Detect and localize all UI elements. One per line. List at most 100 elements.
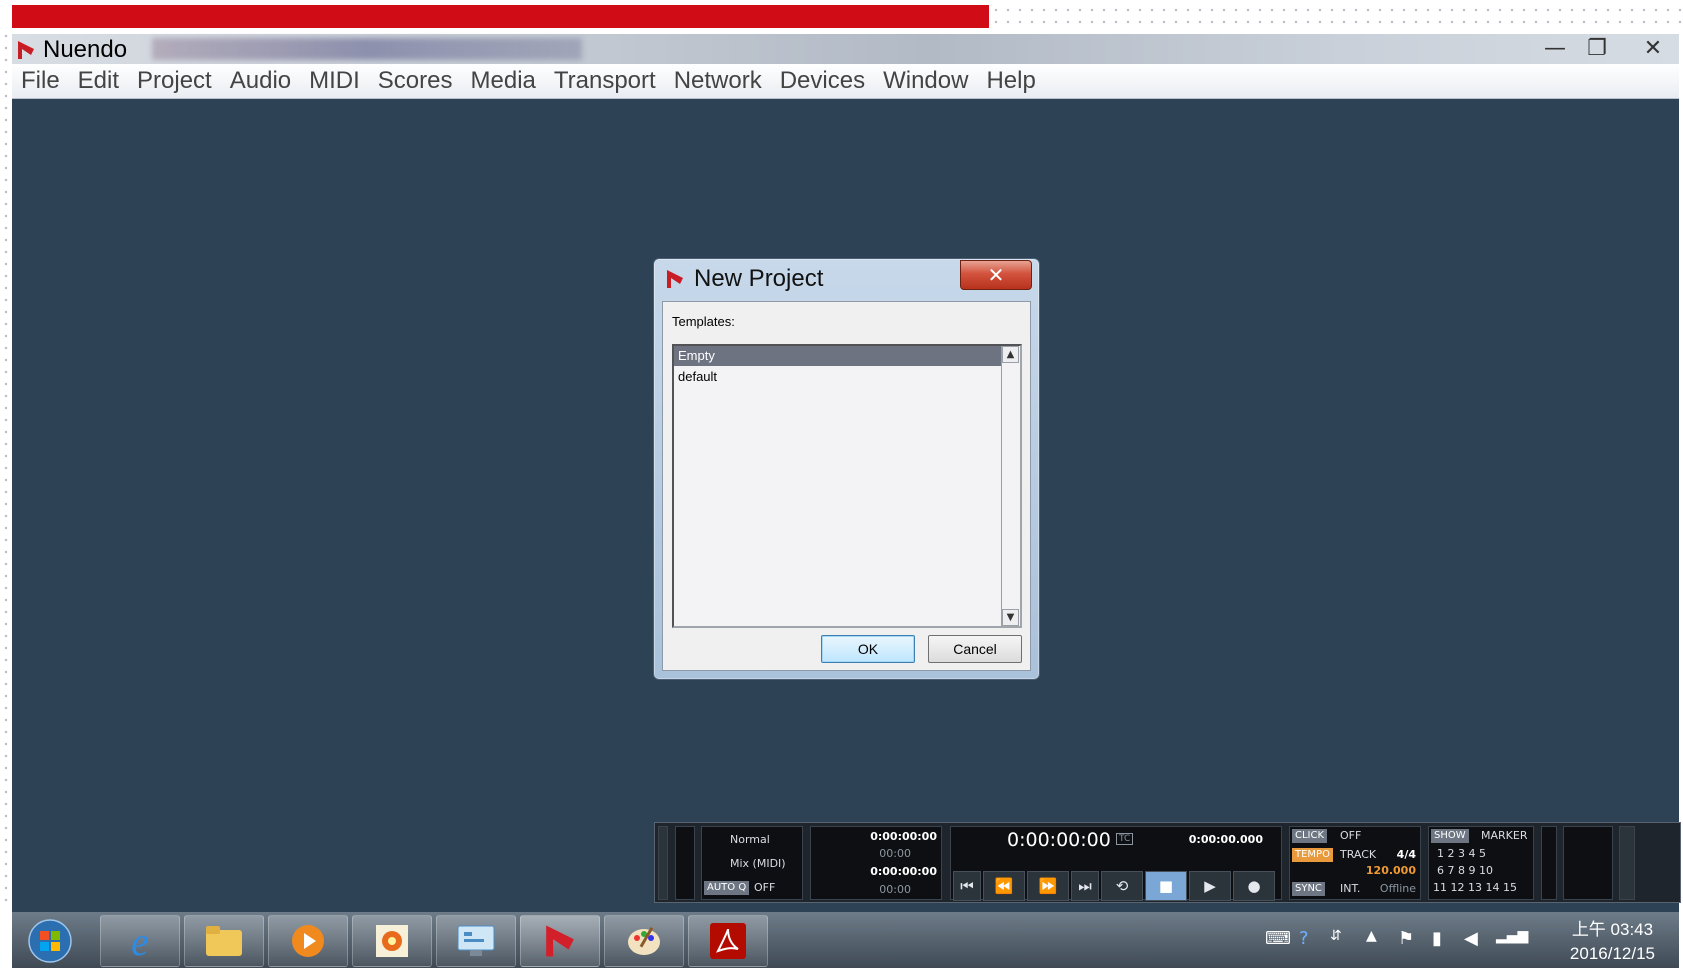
right-locator[interactable]: 0:00:00:00	[870, 865, 937, 878]
menu-transport[interactable]: Transport	[545, 67, 665, 95]
taskbar-acrobat[interactable]	[688, 915, 768, 967]
output-level-meter	[1563, 826, 1613, 900]
photo-gallery-icon	[376, 925, 408, 957]
autoq-label[interactable]: AUTO Q	[704, 881, 750, 895]
control-panel-icon	[457, 925, 495, 956]
menu-edit[interactable]: Edit	[69, 67, 128, 95]
paint-palette-icon	[628, 926, 660, 955]
click-value: OFF	[1340, 829, 1362, 842]
show-hidden-icons-icon[interactable]: ▲	[1366, 928, 1377, 944]
list-item-default[interactable]: default	[674, 367, 1002, 387]
markers-row-1[interactable]: 1 2 3 4 5	[1437, 847, 1486, 860]
menu-project[interactable]: Project	[128, 67, 221, 95]
menu-network[interactable]: Network	[665, 67, 771, 95]
tempo-label[interactable]: TEMPO	[1292, 848, 1333, 862]
menu-window[interactable]: Window	[874, 67, 977, 95]
markers-row-3[interactable]: 11 12 13 14 15	[1433, 881, 1517, 894]
menu-midi[interactable]: MIDI	[300, 67, 369, 95]
left-locator-sub: 00:00	[879, 847, 911, 860]
network-signal-icon[interactable]: ▂▄▆	[1496, 928, 1528, 944]
go-to-end-button[interactable]: ⏭	[1071, 871, 1099, 901]
language-icon[interactable]: ⇵	[1330, 928, 1342, 944]
record-mode-select[interactable]: Normal	[730, 833, 770, 846]
dialog-title: New Project	[694, 265, 824, 292]
menu-file[interactable]: File	[12, 67, 69, 95]
tempo-value[interactable]: 120.000	[1366, 864, 1416, 877]
action-center-flag-icon[interactable]: ⚑	[1398, 928, 1414, 949]
dialog-close-button[interactable]: ✕	[960, 260, 1032, 290]
taskbar-internet-explorer[interactable]: e	[100, 915, 180, 967]
secondary-time-display[interactable]: 0:00:00.000	[1189, 833, 1263, 846]
app-title: Nuendo	[43, 36, 128, 63]
taskbar-file-explorer[interactable]	[184, 915, 264, 967]
acrobat-icon	[710, 923, 746, 959]
primary-time-display[interactable]: 0:00:00:00	[1007, 829, 1111, 851]
locators-section: 0:00:00:00 00:00 0:00:00:00 00:00	[810, 826, 942, 900]
ok-button[interactable]: OK	[821, 635, 915, 663]
menu-media[interactable]: Media	[462, 67, 545, 95]
rewind-button[interactable]: ⏪	[983, 871, 1025, 901]
folder-icon	[206, 926, 242, 956]
marker-section: SHOW MARKER 1 2 3 4 5 6 7 8 9 10 11 12 1…	[1428, 826, 1534, 900]
cycle-button[interactable]: ⟲	[1101, 871, 1143, 901]
time-signature: 4/4	[1396, 848, 1416, 861]
taskbar-nuendo[interactable]	[520, 915, 600, 967]
transport-collapse-icon[interactable]	[658, 826, 668, 900]
go-to-start-button[interactable]: ⏮	[953, 871, 981, 901]
battery-icon[interactable]: ▮	[1432, 928, 1442, 949]
system-clock[interactable]: 上午 03:43 2016/12/15	[1570, 918, 1655, 966]
clock-time: 上午 03:43	[1571, 920, 1654, 939]
taskbar-control-panel[interactable]	[436, 915, 516, 967]
minimize-button[interactable]: —	[1533, 34, 1577, 62]
right-locator-sub: 00:00	[879, 883, 911, 896]
taskbar-photo-gallery[interactable]	[352, 915, 432, 967]
close-button[interactable]: ✕	[1631, 34, 1675, 62]
start-button[interactable]	[22, 915, 78, 967]
time-format-label[interactable]: TC	[1116, 833, 1134, 845]
internet-explorer-icon: e	[131, 918, 149, 964]
click-tempo-sync-section: CLICK OFF TEMPO TRACK 4/4 120.000 SYNC I…	[1289, 826, 1421, 900]
progress-bar	[12, 5, 989, 28]
vertical-scrollbar[interactable]: ▲ ▼	[1001, 346, 1020, 626]
forward-button[interactable]: ⏩	[1027, 871, 1069, 901]
volume-icon[interactable]: ◀	[1464, 928, 1478, 949]
menu-devices[interactable]: Devices	[771, 67, 874, 95]
menu-audio[interactable]: Audio	[221, 67, 300, 95]
menu-scores[interactable]: Scores	[369, 67, 462, 95]
nuendo-logo-icon	[546, 925, 574, 957]
mix-mode-select[interactable]: Mix (MIDI)	[730, 857, 786, 870]
desktop-dot-pattern-left	[0, 30, 12, 910]
menu-bar: File Edit Project Audio MIDI Scores Medi…	[12, 64, 1679, 99]
play-button[interactable]: ▶	[1189, 871, 1231, 901]
autoq-value: OFF	[754, 881, 776, 894]
windows-taskbar: e ⌨ ? ⇵ ▲ ⚑ ▮ ◀ ▂▄▆ 上午 03:43 2016/12/15	[12, 912, 1679, 968]
nuendo-logo-icon	[664, 268, 686, 294]
sync-status: Offline	[1379, 882, 1416, 895]
show-markers-button[interactable]: SHOW	[1431, 829, 1469, 843]
templates-list[interactable]: Empty default ▲ ▼	[672, 344, 1022, 628]
scroll-up-icon[interactable]: ▲	[1002, 346, 1019, 363]
master-fader[interactable]	[1619, 826, 1635, 900]
list-item-empty[interactable]: Empty	[674, 346, 1002, 366]
record-button[interactable]: ●	[1233, 871, 1275, 901]
cancel-button[interactable]: Cancel	[928, 635, 1022, 663]
taskbar-media-player[interactable]	[268, 915, 348, 967]
taskbar-paint[interactable]	[604, 915, 684, 967]
left-locator[interactable]: 0:00:00:00	[870, 830, 937, 843]
clock-date: 2016/12/15	[1569, 944, 1655, 963]
menu-help[interactable]: Help	[977, 67, 1044, 95]
restore-button[interactable]: ❐	[1575, 34, 1619, 62]
sync-label[interactable]: SYNC	[1292, 882, 1325, 896]
stop-button[interactable]: ■	[1145, 871, 1187, 901]
record-mode-section: Normal Mix (MIDI) AUTO Q OFF	[701, 826, 803, 900]
markers-row-2[interactable]: 6 7 8 9 10	[1437, 864, 1493, 877]
input-level-meter	[675, 826, 695, 900]
midi-activity-meter	[1541, 826, 1557, 900]
nuendo-logo-icon	[15, 39, 37, 65]
title-bar[interactable]: Nuendo — ❐ ✕	[12, 34, 1679, 64]
keyboard-icon[interactable]: ⌨	[1265, 928, 1291, 949]
scroll-down-icon[interactable]: ▼	[1002, 609, 1019, 626]
click-label[interactable]: CLICK	[1292, 829, 1328, 843]
dialog-body: Templates: Empty default ▲ ▼ OK Cancel	[662, 301, 1031, 671]
help-icon[interactable]: ?	[1299, 928, 1309, 949]
